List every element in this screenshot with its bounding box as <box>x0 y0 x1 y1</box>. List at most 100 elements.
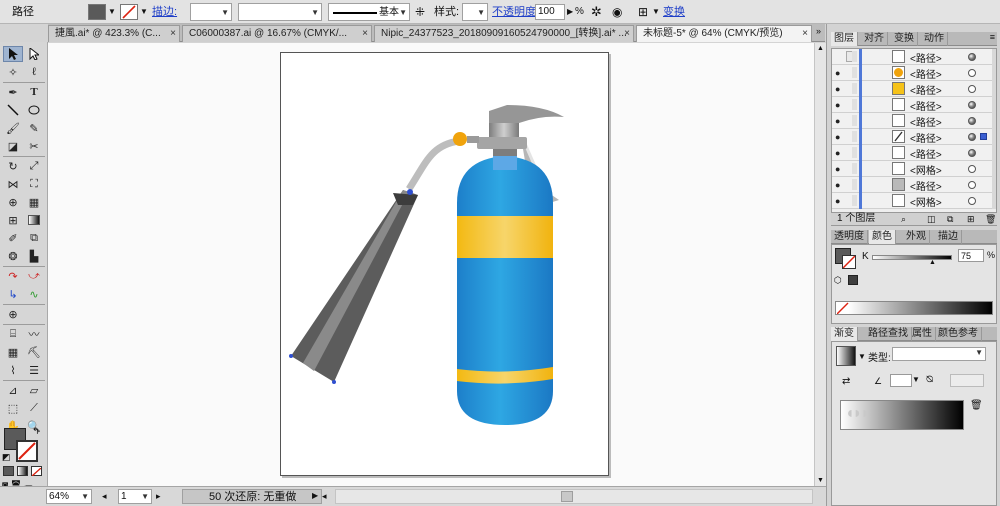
line-tool[interactable] <box>3 102 23 118</box>
layer-row[interactable]: <路径> <box>832 49 994 65</box>
direct-selection-tool[interactable] <box>24 46 44 62</box>
artboard-number-field[interactable]: 1 ▼ <box>118 489 152 504</box>
new-layer-icon[interactable]: ⊞ <box>967 213 975 225</box>
ellipse-tool[interactable] <box>24 102 44 118</box>
tabs-overflow-icon[interactable]: » <box>816 26 821 36</box>
none-mode-icon[interactable] <box>31 466 42 477</box>
panel-menu-icon[interactable]: ≡ <box>990 32 995 42</box>
blend-tool[interactable]: ⧉ <box>24 230 44 246</box>
layer-row[interactable]: ● <路径> <box>832 97 994 113</box>
target-icon[interactable] <box>968 197 976 205</box>
opacity-field[interactable]: 100 <box>535 4 565 20</box>
tab-layers[interactable]: 图层 <box>831 32 858 46</box>
k-value-field[interactable]: 75 <box>958 249 984 262</box>
red-arrow-tool[interactable]: ↷ <box>3 268 23 284</box>
selection-tool[interactable] <box>3 46 23 62</box>
delete-icon[interactable]: 🗑 <box>985 213 996 225</box>
layer-row[interactable]: ● <网格> <box>832 193 994 209</box>
tab-transform[interactable]: 变换 <box>891 32 918 46</box>
tab-color[interactable]: 颜色 <box>869 230 896 244</box>
align-dropdown-icon[interactable]: ▼ <box>652 3 660 21</box>
default-colors-icon[interactable]: ◩ <box>2 452 11 463</box>
graphic-style-dropdown[interactable]: ▼ <box>462 3 488 21</box>
k-slider-thumb[interactable]: ▲ <box>929 259 936 266</box>
lock-box[interactable] <box>852 163 857 174</box>
target-icon[interactable] <box>968 101 976 109</box>
eye-icon[interactable]: ● <box>835 180 840 190</box>
eye-icon[interactable]: ● <box>835 68 840 78</box>
opacity-dropdown-icon[interactable]: ▶ <box>567 3 573 21</box>
chart-line-tool[interactable]: ⌇ <box>3 362 23 378</box>
live-paint-tool[interactable]: ⛏ <box>24 344 44 360</box>
eye-icon[interactable]: ● <box>835 84 840 94</box>
layer-row[interactable]: ● <路径> <box>832 65 994 81</box>
layer-row[interactable]: ● <路径> <box>832 177 994 193</box>
lock-box[interactable] <box>852 131 857 142</box>
layer-row[interactable]: ● <路径> <box>832 145 994 161</box>
grid-tool[interactable]: ▦ <box>3 344 23 360</box>
clipping-mask-icon[interactable]: ◫ <box>927 213 936 225</box>
red-curve-tool[interactable]: ⤻ <box>24 268 44 284</box>
reverse-gradient-icon[interactable]: ⇄ <box>842 376 850 387</box>
delete-stop-icon[interactable]: 🗑 <box>970 400 983 411</box>
next-artboard-icon[interactable]: ▸ <box>156 489 161 504</box>
lock-box[interactable] <box>852 51 857 62</box>
lock-box[interactable] <box>852 83 857 94</box>
eye-icon[interactable]: ● <box>835 164 840 174</box>
tab-transparency[interactable]: 透明度 <box>831 230 868 244</box>
aspect-ratio-field[interactable] <box>950 374 984 387</box>
blue-arrow-tool[interactable]: ↳ <box>3 286 23 302</box>
close-icon[interactable]: × <box>802 26 808 42</box>
tab-doc-3[interactable]: Nipic_24377523_20180909160524790000_[转换]… <box>374 25 634 42</box>
eye-icon[interactable]: ● <box>835 116 840 126</box>
scissors-tool[interactable]: ✂ <box>24 138 44 154</box>
tab-appearance[interactable]: 外观 <box>903 230 930 244</box>
tab-doc-2[interactable]: C06000387.ai @ 16.67% (CMYK/... × <box>182 25 372 42</box>
eyedropper-tool[interactable]: ✐ <box>3 230 23 246</box>
tab-gradient[interactable]: 渐变 <box>831 327 858 341</box>
scroll-left-icon[interactable]: ◂ <box>322 489 327 504</box>
eye-icon[interactable]: ● <box>835 132 840 142</box>
locate-object-icon[interactable]: ⌕ <box>901 213 906 225</box>
pencil-tool[interactable]: ✎ <box>24 120 44 136</box>
zoom-field[interactable]: 64% ▼ <box>46 489 92 504</box>
stroke-weight-field[interactable]: ▼ <box>190 3 232 21</box>
close-icon[interactable]: × <box>624 26 630 42</box>
blob-brush-tool[interactable]: ◪ <box>3 138 23 154</box>
target-icon[interactable] <box>968 85 976 93</box>
fill-dropdown-icon[interactable]: ▼ <box>108 3 116 21</box>
list-tool[interactable]: ☰ <box>24 362 44 378</box>
new-sublayer-icon[interactable]: ⧉ <box>947 213 953 225</box>
free-transform-tool[interactable]: ⛶ <box>24 176 44 192</box>
lasso-tool[interactable]: ℓ <box>24 64 44 80</box>
layer-row-selected[interactable]: ● <路径> <box>832 129 994 145</box>
eye-icon[interactable]: ● <box>835 196 840 206</box>
tab-doc-active[interactable]: 未标题-5* @ 64% (CMYK/预览) × <box>636 25 812 42</box>
type-tool[interactable]: T <box>24 84 44 100</box>
stroke-swatch[interactable] <box>120 4 138 20</box>
envelope-tool[interactable]: ⌸ <box>3 326 23 342</box>
recolor-artwork-icon[interactable]: ✲ <box>591 3 602 21</box>
warp-tool[interactable]: 〰 <box>24 326 44 342</box>
angle-field[interactable] <box>890 374 912 387</box>
green-wave-tool[interactable]: ∿ <box>24 286 44 302</box>
isolate-icon[interactable]: ◉ <box>612 3 622 21</box>
selection-indicator[interactable] <box>980 133 987 140</box>
perspective-grid-tool[interactable]: ▦ <box>24 194 44 210</box>
gradient-stop-icon[interactable]: ◖◗◗ <box>845 405 870 423</box>
symbol-sprayer-tool[interactable]: ❂ <box>3 248 23 264</box>
layers-list[interactable]: <路径> ● <路径> ● <路径> ● <路径> ● <路径> ● <路径> … <box>831 48 997 226</box>
target-icon[interactable] <box>968 149 976 157</box>
width-tool[interactable]: ⋈ <box>3 176 23 192</box>
target-icon[interactable] <box>968 181 976 189</box>
gradient-slider[interactable]: ◖◗◗ <box>840 400 964 430</box>
first-artboard-icon[interactable]: ◂ <box>102 489 107 504</box>
color-spectrum-bar[interactable] <box>835 301 993 315</box>
eraser-tool[interactable]: ▱ <box>24 382 44 398</box>
gradient-tool[interactable] <box>24 212 44 228</box>
vertical-scrollbar[interactable]: ▲ ▼ <box>814 43 826 486</box>
status-info[interactable]: 50 次还原: 无重做 <box>182 489 322 504</box>
tab-doc-1[interactable]: 捷風.ai* @ 423.3% (C... × <box>48 25 180 42</box>
horizontal-scrollbar[interactable] <box>335 489 813 504</box>
tab-actions[interactable]: 动作 <box>921 32 948 46</box>
